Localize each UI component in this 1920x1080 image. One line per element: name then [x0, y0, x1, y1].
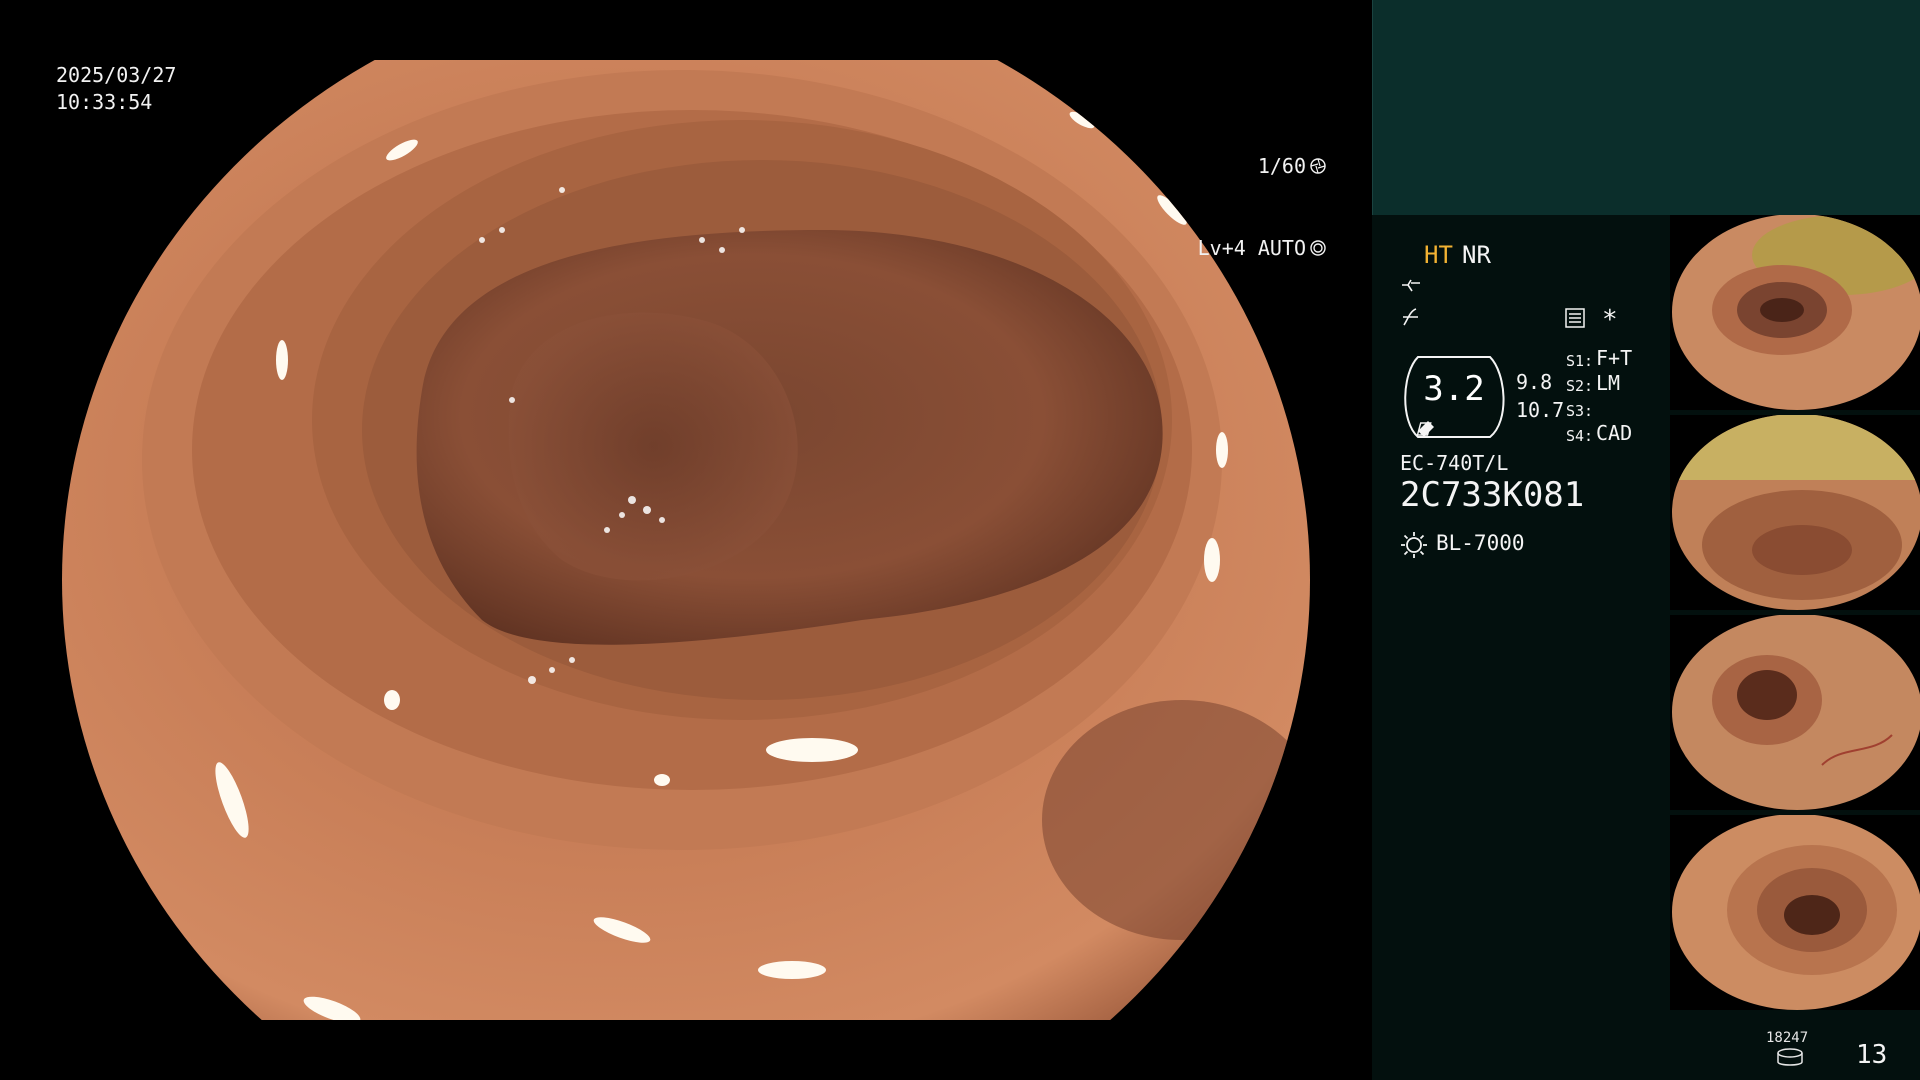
structure-enhance-icon [1402, 279, 1420, 292]
switch-1-label: S1: [1566, 352, 1594, 370]
star-mark: * [1602, 305, 1618, 335]
brightness-level-text: Lv+4 AUTO [1197, 235, 1306, 260]
endoscope-live-view: 2025/03/27 10:33:54 1/60 Lv+4 AUTO [0, 0, 1372, 1080]
session-image-count: 13 [1856, 1040, 1888, 1070]
ht-mode-label: HT [1424, 241, 1453, 269]
zoom-indicator: 3.2 [1398, 351, 1510, 443]
capture-thumbnail-4[interactable] [1670, 815, 1920, 1010]
aperture-icon [1310, 158, 1326, 174]
total-image-count: 18247 [1766, 1030, 1809, 1046]
settings-list-icon [1565, 308, 1585, 328]
capture-thumbnail-3[interactable] [1670, 615, 1920, 810]
zoom-value: 3.2 [1423, 369, 1485, 409]
exposure-readout: 1/60 Lv+4 AUTO [1198, 98, 1326, 316]
database-icon [1777, 1048, 1803, 1066]
status-panel: HT NR * 3.2 9.8 10.7 S1: F+T S2: LM S3: … [1372, 0, 1920, 1080]
iris-icon [1310, 240, 1326, 256]
thumbnail-image [1672, 815, 1920, 1010]
switch-2-label: S2: [1566, 377, 1594, 395]
time-text: 10:33:54 [56, 90, 153, 114]
scope-model: EC-740T/L [1400, 451, 1509, 475]
thumbnail-image [1672, 415, 1920, 610]
switch-4-value: CAD [1596, 421, 1633, 445]
capture-thumbnail-1[interactable] [1670, 215, 1920, 410]
scope-serial: 2C733K081 [1400, 475, 1585, 515]
date-time-readout: 2025/03/27 10:33:54 [56, 62, 176, 116]
capture-thumbnail-2[interactable] [1670, 415, 1920, 610]
thumbnail-image [1672, 215, 1920, 410]
switch-1-value: F+T [1596, 346, 1633, 370]
nr-mode-label: NR [1462, 241, 1491, 269]
shutter-speed-text: 1/60 [1257, 153, 1306, 178]
thumbnail-image [1672, 615, 1920, 810]
light-source-model: BL-7000 [1436, 531, 1525, 555]
panel-header-area [1372, 0, 1920, 215]
endoscopic-image [62, 60, 1310, 1020]
color-enhance-icon [1403, 308, 1418, 326]
value-a: 9.8 [1516, 370, 1553, 394]
switch-2-value: LM [1596, 371, 1621, 395]
lamp-icon [1401, 532, 1427, 558]
date-text: 2025/03/27 [56, 63, 177, 87]
switch-4-label: S4: [1566, 427, 1594, 445]
value-b: 10.7 [1516, 398, 1565, 422]
switch-3-label: S3: [1566, 402, 1594, 420]
processor-settings: HT NR * 3.2 9.8 10.7 S1: F+T S2: LM S3: … [1372, 215, 1672, 1080]
